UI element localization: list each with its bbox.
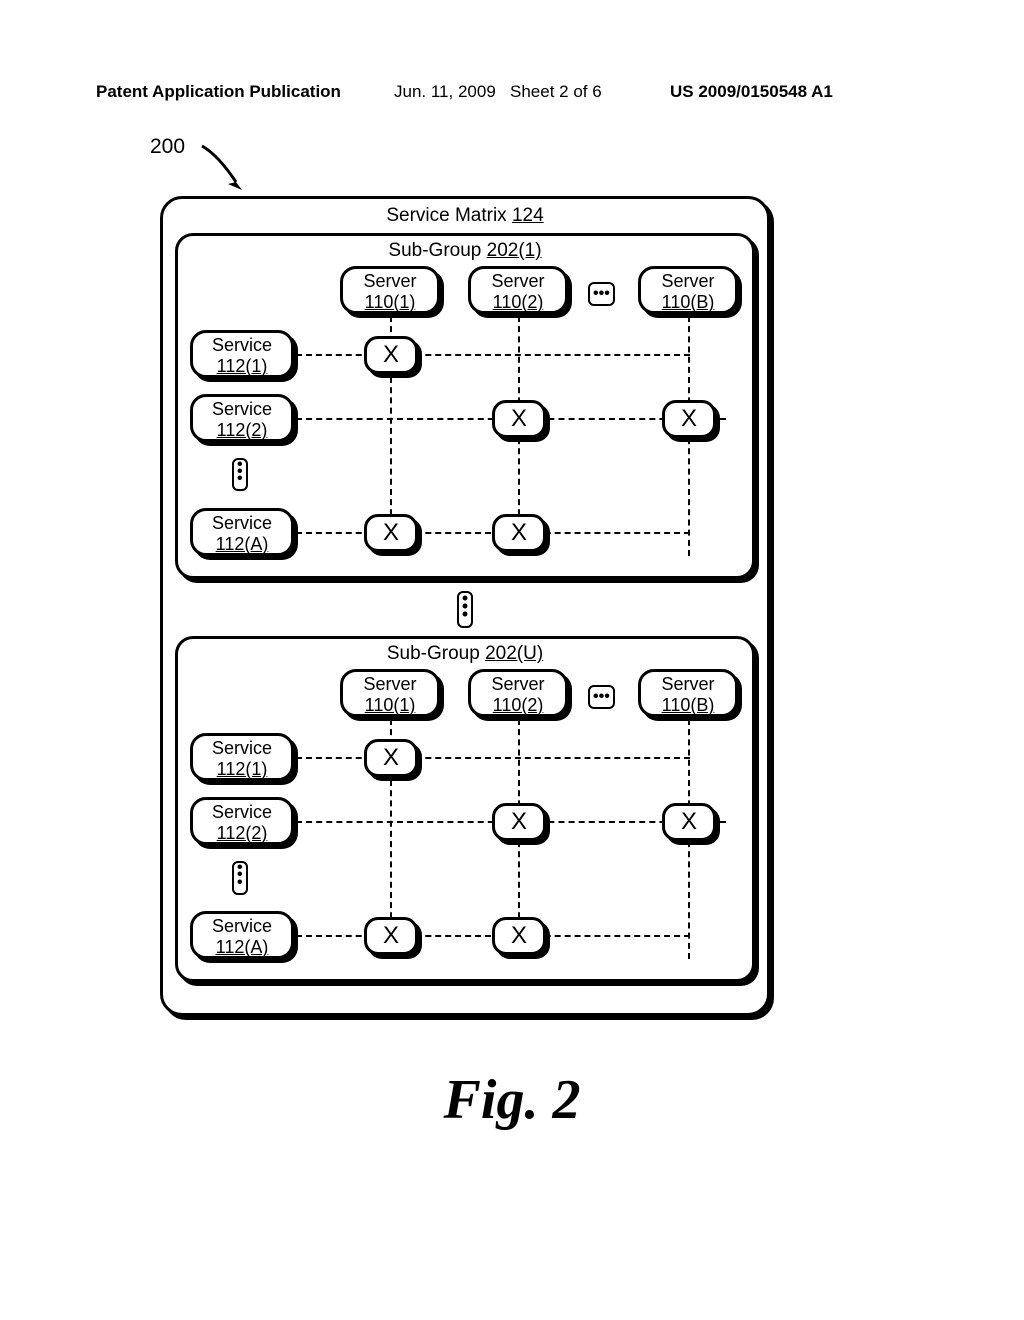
- server-1-label: Server: [363, 271, 416, 291]
- server-node-b: Server110(B): [638, 266, 738, 314]
- subgroups-ellipsis: •••: [163, 591, 767, 628]
- u-service-a-num: 112(A): [216, 937, 269, 957]
- u-services-ellipsis: •••: [232, 861, 248, 894]
- matrix-title-text: Service Matrix: [386, 205, 512, 226]
- u-x-cell-1-1: X: [364, 739, 418, 777]
- sheet-label: Sheet 2 of 6: [510, 82, 602, 102]
- service-a-num: 112(A): [216, 534, 269, 554]
- x-cell-a-2: X: [492, 514, 546, 552]
- x-cell-2-2: X: [492, 400, 546, 438]
- u-grid-h1: [296, 757, 690, 759]
- subgroup-1-title: Sub-Group 202(1): [178, 236, 752, 262]
- reference-number-200: 200: [150, 135, 185, 159]
- server-b-label: Server: [661, 271, 714, 291]
- servers-ellipsis: •••: [588, 282, 615, 306]
- service-node-2: Service112(2): [190, 394, 294, 442]
- u-x-cell-a-2: X: [492, 917, 546, 955]
- u-service-2-num: 112(2): [217, 823, 268, 843]
- u-service-node-1: Service112(1): [190, 733, 294, 781]
- u-service-1-num: 112(1): [217, 759, 268, 779]
- matrix-title-num: 124: [512, 205, 544, 226]
- subgroup-u-title-num: 202(U): [485, 643, 543, 664]
- service-matrix-box: Service Matrix 124 Sub-Group 202(1) Serv…: [160, 196, 770, 1016]
- service-2-num: 112(2): [217, 420, 268, 440]
- publication-label: Patent Application Publication: [96, 82, 341, 102]
- service-1-label: Service: [212, 335, 272, 355]
- u-server-1-label: Server: [363, 674, 416, 694]
- u-service-a-label: Service: [212, 916, 272, 936]
- publication-date: Jun. 11, 2009: [394, 82, 496, 102]
- subgroup-1: Sub-Group 202(1) Server110(1) Server110(…: [175, 233, 755, 579]
- server-node-2: Server110(2): [468, 266, 568, 314]
- publication-number: US 2009/0150548 A1: [670, 82, 833, 102]
- u-service-1-label: Service: [212, 738, 272, 758]
- subgroup-1-wrap: Sub-Group 202(1) Server110(1) Server110(…: [175, 233, 755, 579]
- subgroup-1-title-num: 202(1): [487, 240, 542, 261]
- server-1-num: 110(1): [365, 292, 416, 312]
- u-server-2-num: 110(2): [493, 695, 544, 715]
- u-server-b-label: Server: [661, 674, 714, 694]
- services-ellipsis: •••: [232, 458, 248, 491]
- figure-caption: Fig. 2: [0, 1068, 1024, 1132]
- service-a-label: Service: [212, 513, 272, 533]
- matrix-title: Service Matrix 124: [163, 199, 767, 227]
- server-b-num: 110(B): [662, 292, 715, 312]
- u-servers-ellipsis: •••: [588, 685, 615, 709]
- u-service-node-a: Service112(A): [190, 911, 294, 959]
- u-server-b-num: 110(B): [662, 695, 715, 715]
- service-node-1: Service112(1): [190, 330, 294, 378]
- subgroup-u-title: Sub-Group 202(U): [178, 639, 752, 665]
- u-service-node-2: Service112(2): [190, 797, 294, 845]
- u-server-node-1: Server110(1): [340, 669, 440, 717]
- subgroup-u-title-text: Sub-Group: [387, 643, 485, 664]
- service-2-label: Service: [212, 399, 272, 419]
- subgroup-u-wrap: Sub-Group 202(U) Server110(1) Server110(…: [175, 636, 755, 982]
- u-x-cell-2-2: X: [492, 803, 546, 841]
- subgroup-1-title-text: Sub-Group: [388, 240, 486, 261]
- u-x-cell-a-1: X: [364, 917, 418, 955]
- server-2-label: Server: [491, 271, 544, 291]
- u-server-node-b: Server110(B): [638, 669, 738, 717]
- x-cell-a-1: X: [364, 514, 418, 552]
- arrow-icon: [198, 140, 248, 195]
- service-1-num: 112(1): [217, 356, 268, 376]
- server-2-num: 110(2): [493, 292, 544, 312]
- server-node-1: Server110(1): [340, 266, 440, 314]
- u-service-2-label: Service: [212, 802, 272, 822]
- x-cell-1-1: X: [364, 336, 418, 374]
- u-x-cell-2-b: X: [662, 803, 716, 841]
- grid-h1: [296, 354, 690, 356]
- u-server-1-num: 110(1): [365, 695, 416, 715]
- u-server-node-2: Server110(2): [468, 669, 568, 717]
- service-node-a: Service112(A): [190, 508, 294, 556]
- subgroup-u: Sub-Group 202(U) Server110(1) Server110(…: [175, 636, 755, 982]
- u-server-2-label: Server: [491, 674, 544, 694]
- x-cell-2-b: X: [662, 400, 716, 438]
